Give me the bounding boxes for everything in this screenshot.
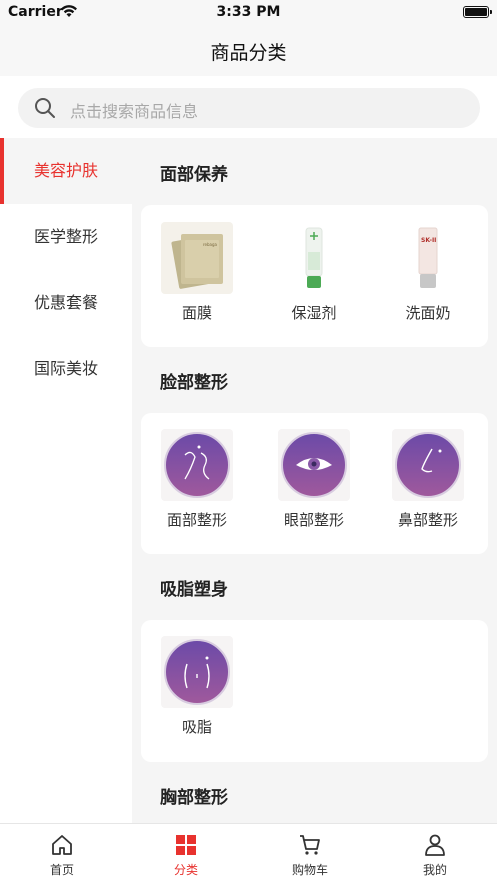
svg-text:SK-II: SK-II	[421, 237, 436, 244]
tab-label: 我的	[422, 863, 447, 877]
sidebar-item-packages[interactable]: 优惠套餐	[0, 270, 132, 336]
face-contour-icon	[161, 429, 233, 501]
section-card: rebaga 面膜 保湿剂 SK-II 洗面奶	[141, 205, 488, 347]
search-input[interactable]: 点击搜索商品信息	[18, 88, 480, 128]
svg-text:rebaga: rebaga	[203, 242, 218, 247]
cart-icon	[300, 835, 320, 855]
section-card: 面部整形 眼部整形 鼻部整形	[141, 413, 488, 554]
search-area: 点击搜索商品信息	[0, 76, 497, 138]
category-item-nose-surgery[interactable]: 鼻部整形	[378, 429, 478, 530]
category-item-face-mask[interactable]: rebaga 面膜	[147, 222, 247, 323]
category-item-label: 面膜	[181, 304, 212, 322]
category-content: 面部保养 rebaga 面膜 保湿剂 SK-II 洗面奶 脸部整形 面部整形 眼…	[132, 138, 497, 823]
search-placeholder: 点击搜索商品信息	[70, 102, 199, 121]
tab-category[interactable]: 分类	[124, 824, 248, 883]
page-title: 商品分类	[210, 42, 287, 64]
category-item-label: 吸脂	[181, 718, 212, 736]
tab-cart[interactable]: 购物车	[248, 824, 372, 883]
tab-bar: 首页 分类 购物车 我的	[0, 823, 497, 883]
moisturizer-tube-image	[278, 222, 350, 294]
battery-icon	[463, 6, 492, 18]
category-item-label: 保湿剂	[291, 304, 337, 322]
cleanser-tube-image: SK-II	[392, 222, 464, 294]
section-title: 胸部整形	[160, 788, 228, 808]
eye-icon	[278, 429, 350, 501]
category-item-label: 眼部整形	[283, 511, 344, 529]
nose-icon	[392, 429, 464, 501]
category-sidebar: 美容护肤 医学整形 优惠套餐 国际美妆	[0, 138, 132, 823]
sidebar-item-beauty[interactable]: 美容护肤	[0, 138, 132, 204]
section-card: 吸脂	[141, 620, 488, 762]
user-icon	[425, 834, 445, 856]
nav-bar: 商品分类	[0, 26, 497, 76]
category-item-label: 面部整形	[166, 511, 227, 529]
face-mask-product-image: rebaga	[161, 222, 233, 294]
tab-profile[interactable]: 我的	[373, 824, 497, 883]
status-time: 3:33 PM	[216, 4, 281, 20]
tab-label: 分类	[173, 863, 198, 877]
category-item-liposuction[interactable]: 吸脂	[147, 636, 247, 737]
body-contour-icon	[161, 636, 233, 708]
tab-label: 购物车	[291, 863, 328, 877]
sidebar-item-intl-makeup[interactable]: 国际美妆	[0, 336, 132, 402]
tab-label: 首页	[49, 863, 74, 877]
tab-home[interactable]: 首页	[0, 824, 124, 883]
category-item-moisturizer[interactable]: 保湿剂	[264, 222, 364, 323]
category-item-eye-surgery[interactable]: 眼部整形	[264, 429, 364, 530]
home-icon	[52, 835, 72, 855]
category-item-cleanser[interactable]: SK-II 洗面奶	[378, 222, 478, 323]
sidebar-item-medical[interactable]: 医学整形	[0, 204, 132, 270]
category-item-label: 洗面奶	[405, 304, 451, 322]
category-grid-icon	[176, 835, 196, 855]
status-bar: Carrier 3:33 PM	[0, 0, 497, 26]
search-icon	[35, 98, 55, 118]
category-item-face-surgery[interactable]: 面部整形	[147, 429, 247, 530]
category-item-label: 鼻部整形	[397, 511, 458, 529]
section-title: 面部保养	[160, 165, 228, 185]
section-title: 脸部整形	[160, 373, 228, 393]
section-title: 吸脂塑身	[160, 580, 228, 600]
